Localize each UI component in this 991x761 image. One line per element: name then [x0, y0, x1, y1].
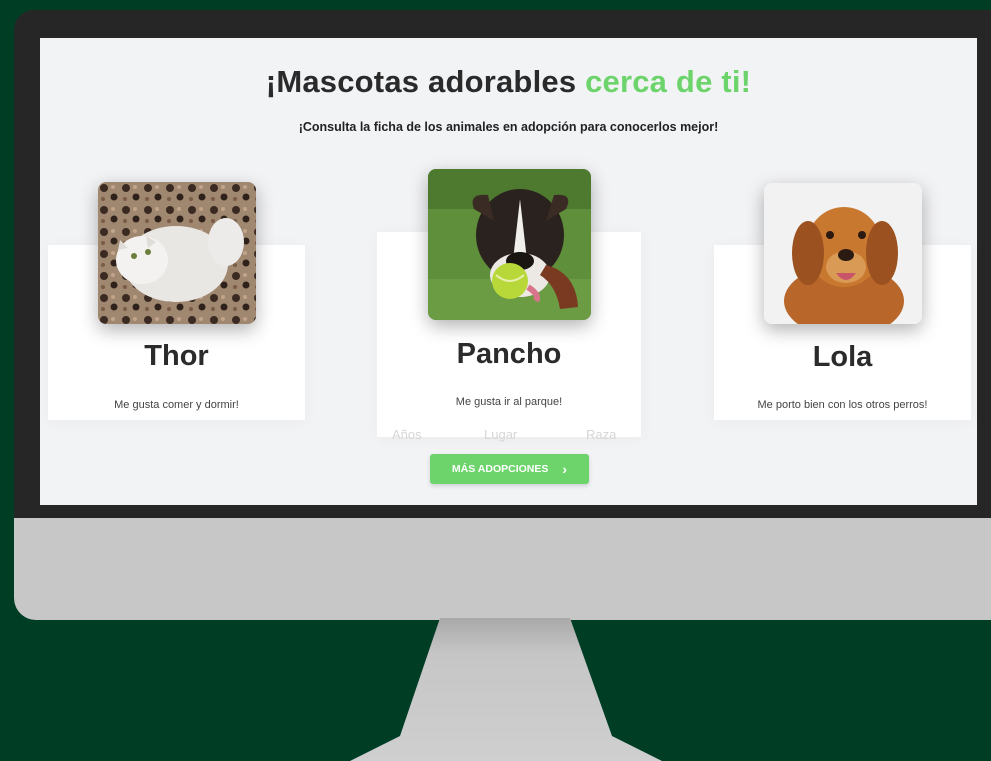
- more-adoptions-label: MÁS ADOPCIONES: [451, 463, 549, 475]
- white-cat-photo: [98, 182, 256, 324]
- page-title-accent: cerca de ti!: [585, 64, 752, 99]
- pet-description-pancho: Me gusta ir al parque!: [455, 396, 563, 408]
- page-title-main: ¡Mascotas adorables: [265, 64, 586, 99]
- pet-info-label: Años: [392, 427, 422, 442]
- pet-description-lola: Me porto bien con los otros perros!: [757, 399, 928, 411]
- golden-retriever-photo: [764, 183, 922, 324]
- pet-name-pancho: Pancho: [456, 338, 562, 370]
- page-subtitle: ¡Consulta la ficha de los animales en ad…: [298, 120, 719, 134]
- monitor-stand: [350, 618, 662, 761]
- pet-name-lola: Lola: [812, 341, 873, 373]
- website-screen: ¡Mascotas adorables cerca de ti! ¡Consul…: [40, 38, 977, 505]
- more-adoptions-button[interactable]: MÁS ADOPCIONES ›: [430, 454, 589, 484]
- monitor-chin: [14, 518, 991, 620]
- chevron-right-icon: ›: [562, 461, 568, 477]
- boxer-dog-photo: [428, 169, 591, 320]
- page-title: ¡Mascotas adorables cerca de ti!: [40, 64, 977, 100]
- pet-description-thor: Me gusta comer y dormir!: [114, 399, 239, 411]
- pet-info-label: Raza: [586, 427, 617, 442]
- pet-info-label: Lugar: [484, 427, 518, 442]
- pet-name-thor: Thor: [144, 340, 209, 372]
